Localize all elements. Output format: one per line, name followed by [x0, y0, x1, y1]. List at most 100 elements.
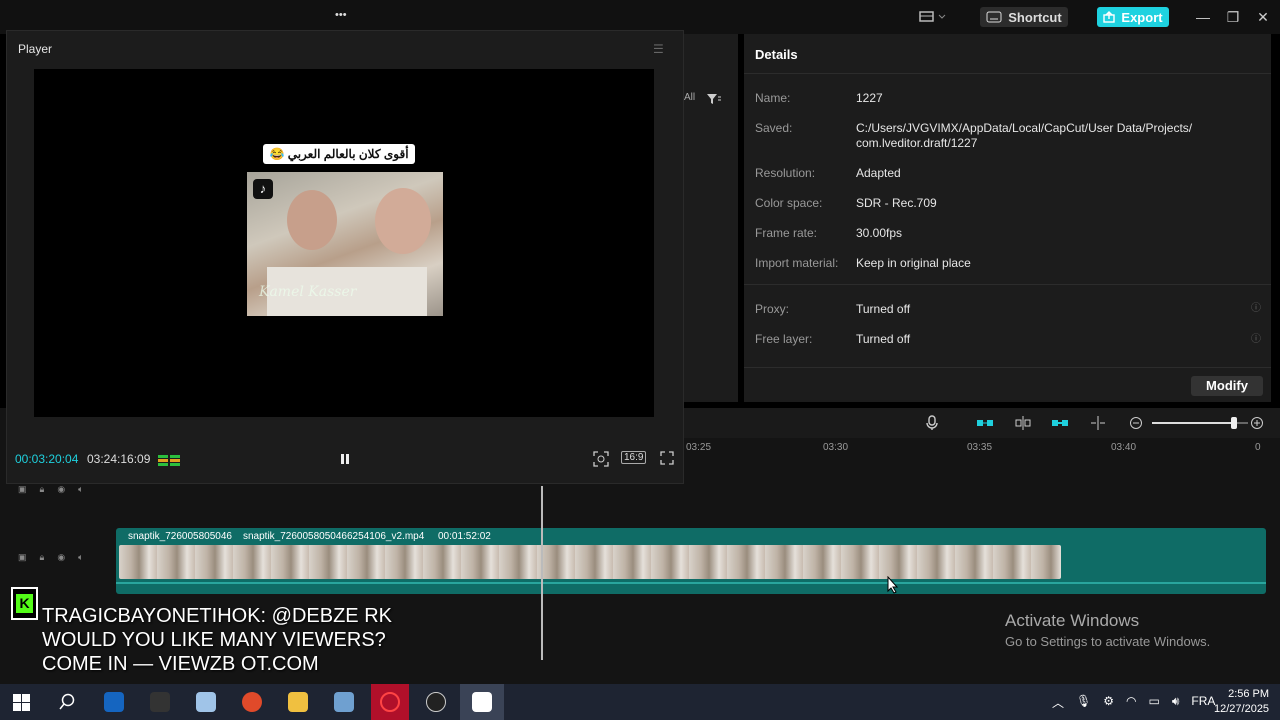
zoom-in-icon[interactable] — [1250, 416, 1264, 430]
keyboard-icon — [986, 11, 1002, 23]
clip1-label: snaptik_726005805046 — [128, 531, 232, 542]
tiktok-icon: ♪ — [253, 179, 273, 199]
minimize-icon[interactable]: — — [1195, 9, 1211, 25]
wifi-icon[interactable]: ◠ — [1126, 694, 1136, 711]
app-icon[interactable] — [196, 692, 216, 712]
search-icon[interactable] — [58, 693, 76, 711]
video-frame: ♪ Kamel Kasser — [247, 172, 443, 316]
total-time: 03:24:16:09 — [87, 452, 151, 466]
split-preview-icon[interactable] — [1089, 415, 1107, 431]
filter-icon[interactable] — [706, 92, 722, 106]
app-icon[interactable] — [334, 692, 354, 712]
system-tray: ︿ 🎙︎ ⚙ ◠ ▭ 🔊︎ FRA — [1052, 694, 1215, 711]
zoom-slider-handle[interactable] — [1230, 417, 1237, 429]
language-indicator[interactable]: FRA — [1191, 694, 1215, 711]
speaker-icon[interactable]: 🔈︎ — [78, 552, 83, 563]
details-panel: Details Name: 1227 Saved: C:/Users/JVGVI… — [744, 34, 1271, 402]
import-material-value: Keep in original place — [856, 256, 971, 270]
file-explorer-icon[interactable] — [288, 692, 308, 712]
speaker-icon[interactable]: 🔈︎ — [78, 484, 83, 495]
clip-thumbnails[interactable] — [119, 545, 1061, 579]
audio-level-icon — [158, 453, 180, 467]
taskbar-active-app[interactable] — [371, 684, 409, 720]
proxy-label: Proxy: — [755, 302, 790, 316]
activate-title: Activate Windows — [1005, 611, 1140, 630]
divider — [744, 367, 1271, 368]
export-icon — [1103, 11, 1116, 23]
frame-rate-value: 30.00fps — [856, 226, 903, 240]
clock-time: 2:56 PM — [1228, 688, 1270, 700]
linkage-icon[interactable] — [1051, 416, 1069, 430]
more-options-icon[interactable]: ••• — [335, 9, 347, 21]
activate-windows-watermark: Activate Windows Go to Settings to activ… — [1005, 611, 1210, 649]
aspect-ratio-button[interactable]: 16:9 — [621, 451, 647, 464]
volume-icon[interactable]: 🔊︎ — [1172, 694, 1180, 711]
player-title: Player — [18, 42, 53, 56]
mouse-cursor-icon — [887, 576, 899, 594]
export-button[interactable]: Export — [1097, 7, 1169, 27]
eye-icon[interactable]: ◉ — [57, 484, 65, 495]
current-time: 00:03:20:04 — [15, 452, 79, 466]
restore-icon[interactable]: ❐ — [1225, 9, 1241, 25]
battery-icon[interactable]: ▭ — [1149, 694, 1160, 711]
video-watermark: Kamel Kasser — [259, 284, 357, 300]
app-icon[interactable] — [104, 692, 124, 712]
proxy-info-icon[interactable]: ⓘ — [1251, 299, 1261, 314]
lock-icon[interactable]: 🔒︎ — [40, 484, 45, 495]
player-menu-icon[interactable]: ☰ — [653, 42, 664, 56]
cover-icon[interactable]: ▣ — [18, 552, 27, 563]
ruler-tick-label: 03:40 — [1111, 442, 1137, 453]
fit-zoom-icon[interactable] — [593, 451, 609, 467]
settings-icon[interactable]: ⚙ — [1103, 694, 1114, 711]
lock-icon[interactable]: 🔒︎ — [40, 552, 45, 563]
eye-icon[interactable]: ◉ — [57, 552, 65, 563]
timeline-toolbar — [684, 408, 1280, 438]
title-bar: ••• Shortcut Export — ❐ ✕ — [0, 0, 1280, 34]
track-controls-main: ▣ 🔒︎ ◉ 🔈︎ — [18, 552, 84, 563]
shortcut-label: Shortcut — [1008, 9, 1062, 25]
free-layer-info-icon[interactable]: ⓘ — [1251, 330, 1261, 345]
cover-icon[interactable]: ▣ — [18, 484, 27, 495]
chevron-up-icon[interactable]: ︿ — [1052, 694, 1064, 711]
pause-icon[interactable] — [339, 452, 351, 466]
kick-logo-icon: K — [11, 587, 38, 620]
person-left — [287, 190, 337, 250]
clock[interactable]: 2:56 PM 12/27/2025 — [1214, 687, 1269, 717]
main-track-magnet-icon[interactable] — [976, 416, 994, 430]
activate-subtitle: Go to Settings to activate Windows. — [1005, 634, 1211, 649]
main-video-track[interactable]: snaptik_726005805046 snaptik_72600580504… — [116, 528, 1266, 594]
clock-date: 12/27/2025 — [1214, 703, 1270, 715]
free-layer-label: Free layer: — [755, 332, 813, 346]
ruler-tick-label: 03:25 — [686, 442, 712, 453]
clip2-duration: 00:01:52:02 — [438, 531, 491, 542]
zoom-slider[interactable] — [1152, 417, 1248, 429]
capcut-taskbar-button[interactable] — [460, 684, 504, 720]
auto-snap-icon[interactable] — [1014, 415, 1032, 431]
windows-start-icon[interactable] — [13, 694, 30, 711]
media-panel: All — [684, 34, 738, 402]
audio-waveform — [116, 582, 1266, 584]
divider — [744, 284, 1271, 285]
playhead[interactable] — [541, 486, 543, 660]
video-preview[interactable]: أقوى كلان بالعالم العربي 😂 ♪ Kamel Kasse… — [34, 69, 654, 417]
zoom-out-icon[interactable] — [1129, 416, 1143, 430]
close-icon[interactable]: ✕ — [1255, 9, 1271, 25]
person-right — [375, 188, 431, 254]
proxy-value: Turned off — [856, 302, 911, 316]
player-panel: Player ☰ أقوى كلان بالعالم العربي 😂 ♪ Ka… — [6, 30, 684, 484]
recorder-icon[interactable] — [242, 692, 262, 712]
filter-all-label[interactable]: All — [684, 92, 695, 103]
name-label: Name: — [755, 91, 791, 105]
stream-chat-overlay: TRAGICBAYONETIHOK: @DEBZE RK WOULD YOU L… — [42, 605, 392, 675]
widget-icon[interactable] — [150, 692, 170, 712]
clip2-label: snaptik_7260058050466254106_v2.mp4 — [243, 531, 425, 542]
layout-icon[interactable] — [918, 10, 946, 24]
color-space-value: SDR - Rec.709 — [856, 196, 937, 210]
saved-value: C:/Users/JVGVIMX/AppData/Local/CapCut/Us… — [856, 121, 1193, 150]
app-icon[interactable] — [426, 692, 446, 712]
microphone-icon[interactable]: 🎙︎ — [1076, 694, 1091, 711]
fullscreen-icon[interactable] — [660, 451, 674, 465]
modify-button[interactable]: Modify — [1191, 376, 1263, 396]
shortcut-button[interactable]: Shortcut — [980, 7, 1068, 27]
microphone-icon[interactable] — [924, 415, 940, 431]
